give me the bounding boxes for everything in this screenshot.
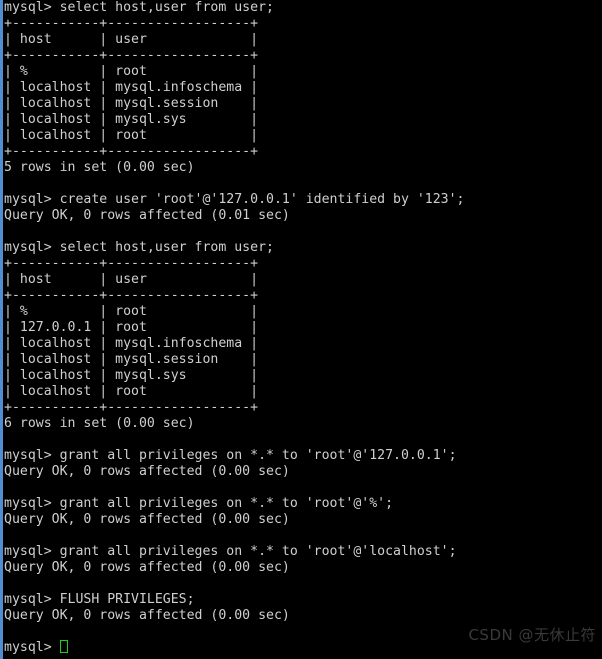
terminal-line: +-----------+------------------+ (4, 288, 259, 303)
terminal-line: Query OK, 0 rows affected (0.00 sec) (4, 512, 290, 527)
terminal-line: | % | root | (4, 64, 259, 79)
terminal-line: mysql> select host,user from user; (4, 240, 274, 255)
prompt-label: mysql> (4, 640, 60, 655)
terminal-line: +-----------+------------------+ (4, 48, 259, 63)
terminal-line: | localhost | root | (4, 128, 259, 143)
terminal-line: Query OK, 0 rows affected (0.00 sec) (4, 464, 290, 479)
terminal-line: Query OK, 0 rows affected (0.00 sec) (4, 608, 290, 623)
terminal-line: +-----------+------------------+ (4, 144, 259, 159)
left-accent-bar (0, 0, 3, 659)
terminal-line: | localhost | mysql.infoschema | (4, 80, 259, 95)
terminal-line: | host | user | (4, 272, 259, 287)
terminal-line: | localhost | mysql.sys | (4, 112, 259, 127)
terminal-line: | localhost | root | (4, 384, 259, 399)
terminal-line: | localhost | mysql.session | (4, 352, 259, 367)
terminal-line: | localhost | mysql.infoschema | (4, 336, 259, 351)
terminal-line: +-----------+------------------+ (4, 16, 259, 31)
terminal-line: | localhost | mysql.session | (4, 96, 259, 111)
terminal-line: mysql> grant all privileges on *.* to 'r… (4, 496, 394, 511)
terminal-line: mysql> FLUSH PRIVILEGES; (4, 592, 195, 607)
terminal-line: mysql> select host,user from user; (4, 0, 274, 15)
terminal-line: 6 rows in set (0.00 sec) (4, 416, 195, 431)
terminal-window[interactable]: mysql> select host,user from user; +-----… (0, 0, 602, 659)
terminal-line: | host | user | (4, 32, 259, 47)
terminal-line: +-----------+------------------+ (4, 400, 259, 415)
terminal-line: mysql> grant all privileges on *.* to 'r… (4, 448, 457, 463)
terminal-line: mysql> grant all privileges on *.* to 'r… (4, 544, 457, 559)
terminal-line: +-----------+------------------+ (4, 256, 259, 271)
terminal-line: | 127.0.0.1 | root | (4, 320, 259, 335)
text-cursor[interactable] (59, 640, 68, 653)
terminal-line: 5 rows in set (0.00 sec) (4, 160, 195, 175)
terminal-line: Query OK, 0 rows affected (0.00 sec) (4, 560, 290, 575)
terminal-output: mysql> select host,user from user; +-----… (4, 0, 602, 656)
terminal-line: Query OK, 0 rows affected (0.01 sec) (4, 208, 290, 223)
terminal-line: mysql> create user 'root'@'127.0.0.1' id… (4, 192, 465, 207)
terminal-line: | % | root | (4, 304, 259, 319)
csdn-watermark: CSDN @无休止符 (468, 626, 596, 644)
terminal-line: | localhost | mysql.sys | (4, 368, 259, 383)
